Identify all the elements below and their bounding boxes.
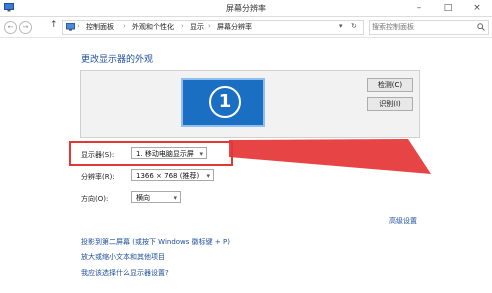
project-second-screen-link[interactable]: 投影到第二屏幕 (或按下 Windows 徽标键 + P): [81, 237, 230, 247]
text-size-link[interactable]: 放大或缩小文本和其他项目: [81, 252, 165, 262]
annotation-arrow: [229, 139, 431, 174]
resolution-label: 分辨率(R):: [81, 173, 115, 181]
which-settings-link[interactable]: 我应该选择什么显示器设置?: [81, 268, 169, 278]
chevron-down-icon: ▾: [206, 172, 210, 180]
resolution-select[interactable]: 1366 × 768 (推荐) ▾: [131, 169, 214, 181]
chevron-down-icon: ▾: [173, 194, 177, 202]
orientation-value: 横向: [136, 194, 150, 202]
advanced-settings-link[interactable]: 高级设置: [389, 216, 417, 226]
resolution-value: 1366 × 768 (推荐): [136, 172, 200, 180]
orientation-select[interactable]: 横向 ▾: [131, 191, 181, 203]
orientation-label: 方向(O):: [81, 195, 109, 203]
